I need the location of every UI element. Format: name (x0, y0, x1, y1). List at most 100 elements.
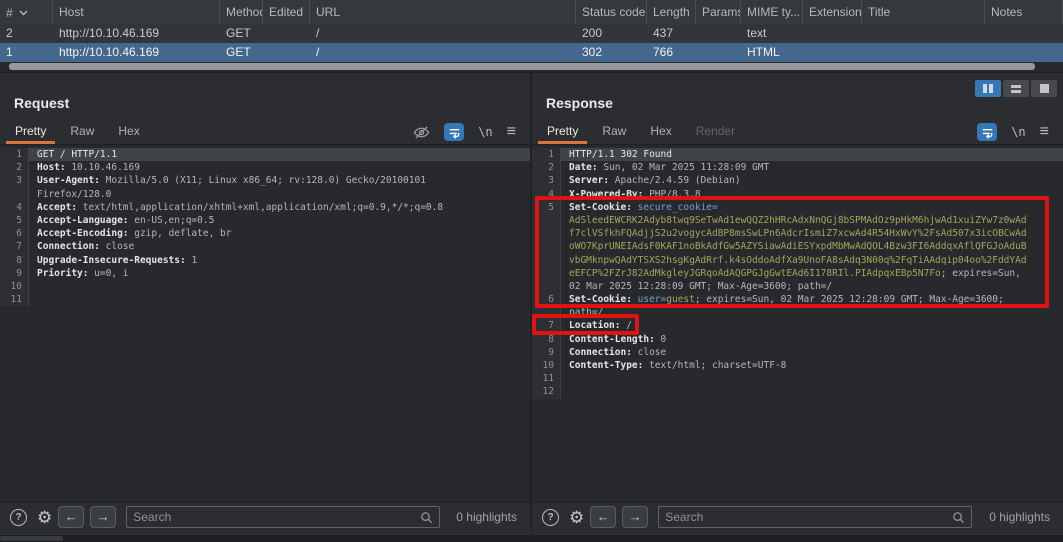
proxy-http-history-window: # Host Method Edited URL Status code Len… (0, 0, 1063, 542)
search-help-button[interactable]: ? (542, 509, 559, 526)
editor-menu-button[interactable]: ≡ (507, 124, 516, 140)
request-code-line[interactable]: 7Connection: close (0, 240, 530, 253)
row-edited-cell (263, 43, 310, 62)
help-icon: ? (542, 509, 559, 526)
request-code-line[interactable]: 1GET / HTTP/1.1 (0, 148, 530, 161)
search-settings-button[interactable]: ⚙ (569, 509, 584, 526)
response-code-line[interactable]: 7Location: / (532, 319, 1063, 332)
request-code-line[interactable]: 5Accept-Language: en-US,en;q=0.5 (0, 214, 530, 227)
response-panel-header: Response (532, 73, 1063, 120)
response-code-line[interactable]: eEFCP%2FZrJ82AdMkgleyJGRqoAdAQGPGJgGwtEA… (532, 267, 1063, 280)
layout-rows-button[interactable] (1003, 80, 1029, 97)
tab-request-hex[interactable]: Hex (109, 120, 148, 144)
row-status-code-cell: 200 (576, 24, 647, 43)
request-code-line[interactable]: 9Priority: u=0, i (0, 267, 530, 280)
request-panel-title: Request (14, 95, 69, 111)
response-code-line[interactable]: 6Set-Cookie: user=guest; expires=Sun, 02… (532, 293, 1063, 306)
editor-menu-button[interactable]: ≡ (1040, 124, 1049, 140)
search-help-button[interactable]: ? (10, 509, 27, 526)
layout-single-button[interactable] (1031, 80, 1057, 97)
column-header-number[interactable]: # (0, 0, 53, 24)
response-code-line[interactable]: vbGMknpwQAdYTSXS2hsgKgAdRrf.k4sOddoAdfXa… (532, 254, 1063, 267)
show-newlines-button[interactable]: \n (1011, 125, 1025, 139)
response-highlights-count: 0 highlights (972, 510, 1050, 524)
word-wrap-button[interactable] (444, 123, 464, 141)
request-search-bar: ? ⚙ ← → 0 highlights (0, 502, 530, 531)
column-header-method[interactable]: Method (220, 0, 263, 24)
response-code-line[interactable]: 8Content-Length: 0 (532, 333, 1063, 346)
column-header-edited[interactable]: Edited (263, 0, 310, 24)
response-code-line[interactable]: path=/ (532, 306, 1063, 319)
tab-response-render[interactable]: Render (687, 120, 744, 144)
newline-icon: \n (1011, 125, 1025, 139)
column-header-host[interactable]: Host (53, 0, 220, 24)
request-code-line[interactable]: 11 (0, 293, 530, 306)
scrollbar-thumb[interactable] (9, 63, 1035, 70)
table-header-row: # Host Method Edited URL Status code Len… (0, 0, 1063, 24)
search-next-button[interactable]: → (90, 506, 116, 528)
response-code-line[interactable]: AdSleedEWCRK2Adyb8twq9SeTwAd1ewQQZ2hHRcA… (532, 214, 1063, 227)
request-editor[interactable]: 1GET / HTTP/1.12Host: 10.10.46.1693User-… (0, 145, 530, 502)
column-header-status-code[interactable]: Status code (576, 0, 647, 24)
search-settings-button[interactable]: ⚙ (37, 509, 52, 526)
response-code-line[interactable]: 3Server: Apache/2.4.59 (Debian) (532, 174, 1063, 187)
response-code-line[interactable]: 4X-Powered-By: PHP/8.3.8 (532, 188, 1063, 201)
request-code-line[interactable]: 10 (0, 280, 530, 293)
word-wrap-icon (977, 123, 997, 141)
response-code-line[interactable]: 5Set-Cookie: secure_cookie= (532, 201, 1063, 214)
table-row[interactable]: 2 http://10.10.46.169 GET / 200 437 text (0, 24, 1063, 43)
response-code-line[interactable]: 12 (532, 385, 1063, 398)
request-search-input[interactable] (127, 510, 420, 524)
table-row-selected[interactable]: 1 http://10.10.46.169 GET / 302 766 HTML (0, 43, 1063, 62)
request-code-line[interactable]: 8Upgrade-Insecure-Requests: 1 (0, 254, 530, 267)
word-wrap-button[interactable] (977, 123, 997, 141)
response-code-line[interactable]: 10Content-Type: text/html; charset=UTF-8 (532, 359, 1063, 372)
request-search-box (126, 506, 440, 528)
request-code-line[interactable]: 6Accept-Encoding: gzip, deflate, br (0, 227, 530, 240)
show-newlines-button[interactable]: \n (478, 125, 492, 139)
response-code-line[interactable]: 9Connection: close (532, 346, 1063, 359)
column-header-params[interactable]: Params (696, 0, 741, 24)
column-header-url[interactable]: URL (310, 0, 576, 24)
row-host-cell: http://10.10.46.169 (53, 43, 220, 62)
request-code-line[interactable]: 2Host: 10.10.46.169 (0, 161, 530, 174)
tab-response-pretty[interactable]: Pretty (538, 120, 587, 144)
response-search-box (658, 506, 972, 528)
column-header-title[interactable]: Title (862, 0, 985, 24)
hamburger-menu-icon: ≡ (507, 124, 516, 140)
request-code-line[interactable]: Firefox/128.0 (0, 188, 530, 201)
newline-icon: \n (478, 125, 492, 139)
scrollbar-thumb[interactable] (0, 536, 63, 541)
column-header-mime-type[interactable]: MIME ty... (741, 0, 803, 24)
http-history-table: # Host Method Edited URL Status code Len… (0, 0, 1063, 72)
tab-request-raw[interactable]: Raw (61, 120, 103, 144)
layout-columns-button[interactable] (975, 80, 1001, 97)
request-code-line[interactable]: 4Accept: text/html,application/xhtml+xml… (0, 201, 530, 214)
row-status-code-cell: 302 (576, 43, 647, 62)
hide-eye-icon[interactable] (413, 125, 430, 140)
response-code-line[interactable]: oWO7KprUNEIAdsF0KAF1noBkAdfGw5AZYSiawAdi… (532, 240, 1063, 253)
row-notes-cell (985, 43, 1063, 62)
request-panel-header: Request (0, 73, 530, 120)
response-code-line[interactable]: 02 Mar 2025 12:28:09 GMT; Max-Age=3600; … (532, 280, 1063, 293)
column-header-length[interactable]: Length (647, 0, 696, 24)
column-header-extension[interactable]: Extension (803, 0, 862, 24)
row-notes-cell (985, 24, 1063, 43)
search-next-button[interactable]: → (622, 506, 648, 528)
response-code-line[interactable]: 11 (532, 372, 1063, 385)
search-previous-button[interactable]: ← (58, 506, 84, 528)
response-code-line[interactable]: 2Date: Sun, 02 Mar 2025 11:28:09 GMT (532, 161, 1063, 174)
row-length-cell: 437 (647, 24, 696, 43)
request-code-line[interactable]: 3User-Agent: Mozilla/5.0 (X11; Linux x86… (0, 174, 530, 187)
tab-response-hex[interactable]: Hex (641, 120, 680, 144)
response-code-line[interactable]: 1HTTP/1.1 302 Found (532, 148, 1063, 161)
row-title-cell (862, 24, 985, 43)
response-editor[interactable]: 1HTTP/1.1 302 Found2Date: Sun, 02 Mar 20… (532, 145, 1063, 502)
search-previous-button[interactable]: ← (590, 506, 616, 528)
help-icon: ? (10, 509, 27, 526)
response-code-line[interactable]: f7clVSfkhFQAdjjS2u2vogycAdBP8msSwLPn6Adc… (532, 227, 1063, 240)
response-search-input[interactable] (659, 510, 952, 524)
column-header-notes[interactable]: Notes (985, 0, 1063, 24)
tab-request-pretty[interactable]: Pretty (6, 120, 55, 144)
tab-response-raw[interactable]: Raw (593, 120, 635, 144)
